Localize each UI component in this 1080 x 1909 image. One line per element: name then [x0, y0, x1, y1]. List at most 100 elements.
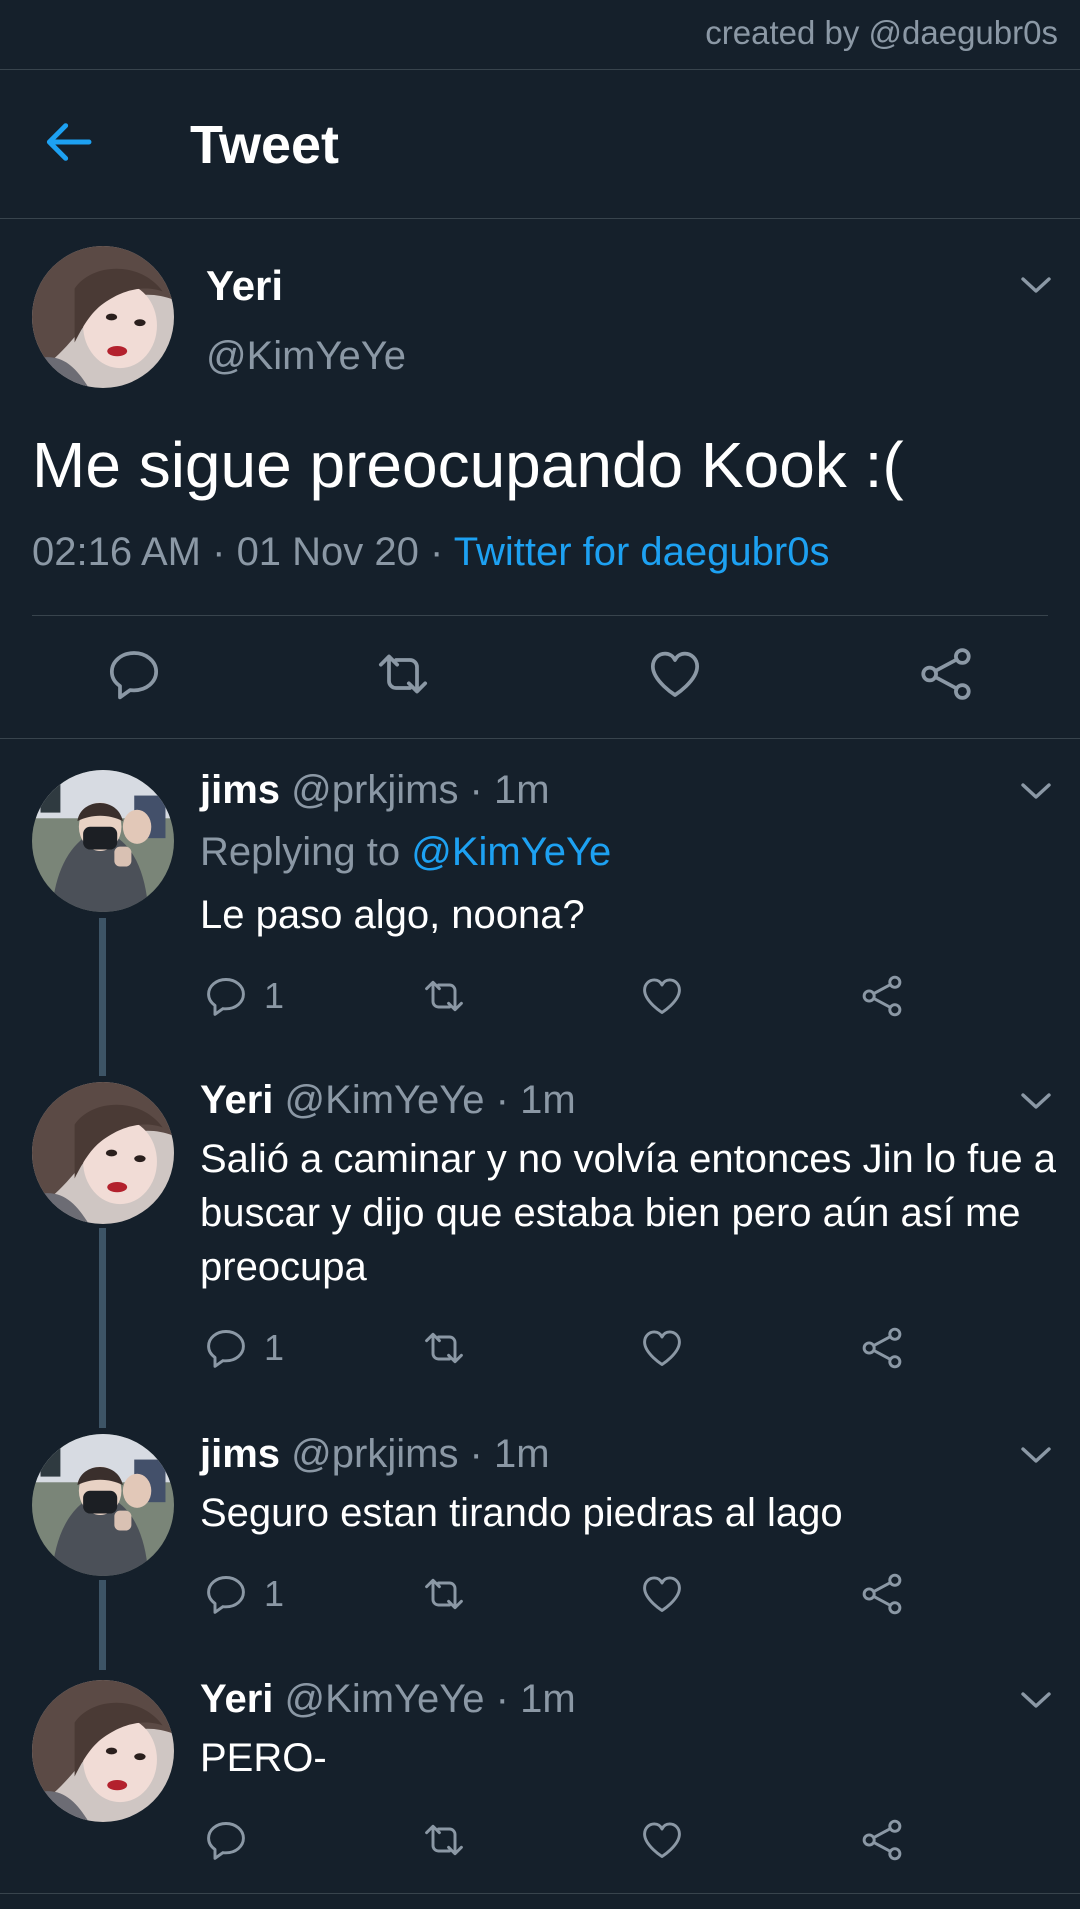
share-button[interactable] [860, 1572, 904, 1616]
reply-menu-button[interactable] [1016, 1685, 1056, 1715]
tweet-time: 02:16 AM [32, 530, 202, 574]
reply-header: jims @prkjims · 1m [200, 1432, 550, 1477]
retweet-button[interactable] [374, 646, 432, 702]
replying-to: Replying to @KimYeYe [200, 830, 611, 875]
tweet-menu-button[interactable] [1016, 270, 1056, 300]
heart-icon [640, 1818, 684, 1862]
meta-separator: · [418, 530, 454, 574]
meta-separator: · [458, 1432, 494, 1476]
reply-text: Le paso algo, noona? [200, 893, 585, 937]
retweet-button[interactable] [421, 974, 467, 1018]
like-button[interactable] [640, 1572, 684, 1616]
reply-header: Yeri @KimYeYe · 1m [200, 1078, 576, 1123]
author-name: Yeri [206, 262, 284, 309]
thread-line [99, 1580, 106, 1670]
reply-button[interactable]: 1 [204, 1326, 284, 1370]
comment-icon [204, 1326, 248, 1370]
reply-menu-button[interactable] [1016, 1086, 1056, 1116]
author-handle: @KimYeYe [284, 1078, 485, 1122]
meta-separator: · [484, 1078, 521, 1122]
reply-button[interactable] [204, 1818, 264, 1862]
comment-icon [106, 646, 162, 702]
reply-time: 1m [493, 1432, 550, 1476]
retweet-icon [374, 646, 432, 702]
reply-text: Salió a caminar y no volvía entonces Jin… [200, 1137, 1057, 1289]
tweet-meta: 02:16 AM · 01 Nov 20 · Twitter for daegu… [32, 530, 829, 575]
divider [0, 738, 1080, 739]
reply-header: Yeri @KimYeYe · 1m [200, 1677, 576, 1722]
author-handle: @KimYeYe [284, 1677, 485, 1721]
like-button[interactable] [647, 646, 703, 702]
reply-count: 1 [264, 975, 285, 1016]
reply-menu-button[interactable] [1016, 1440, 1056, 1470]
share-button[interactable] [860, 1818, 904, 1862]
replying-to-label: Replying to [200, 830, 401, 874]
chevron-down-icon [1016, 1440, 1056, 1470]
share-button[interactable] [860, 974, 904, 1018]
retweet-button[interactable] [421, 1818, 467, 1862]
author-name: jims [200, 768, 281, 812]
share-icon [860, 1572, 904, 1616]
author-handle: @KimYeYe [206, 334, 406, 378]
chevron-down-icon [1016, 776, 1056, 806]
meta-separator: · [458, 768, 494, 812]
reply-count: 1 [264, 1573, 285, 1614]
reply-time: 1m [520, 1677, 576, 1721]
retweet-icon [421, 1572, 467, 1616]
like-button[interactable] [640, 1326, 684, 1370]
avatar[interactable] [32, 1680, 174, 1822]
reply-text: PERO- [200, 1736, 327, 1780]
watermark-text: created by @daegubr0s [705, 14, 1058, 51]
avatar[interactable] [32, 1434, 174, 1576]
author-handle: @prkjims [291, 768, 459, 812]
page-title: Tweet [190, 115, 340, 175]
author-name: Yeri [200, 1677, 274, 1721]
chevron-down-icon [1016, 270, 1056, 300]
share-icon [860, 1326, 904, 1370]
reply-header: jims @prkjims · 1m [200, 768, 550, 813]
retweet-button[interactable] [421, 1572, 467, 1616]
reply-time: 1m [520, 1078, 576, 1122]
reply-button[interactable]: 1 [204, 1572, 284, 1616]
reply-text: Seguro estan tirando piedras al lago [200, 1491, 843, 1535]
share-button[interactable] [860, 1326, 904, 1370]
thread-line [99, 1228, 106, 1428]
heart-icon [640, 974, 684, 1018]
back-button[interactable] [40, 114, 110, 174]
reply-button[interactable] [106, 646, 162, 702]
heart-icon [647, 646, 703, 702]
author-name: jims [200, 1432, 281, 1476]
avatar[interactable] [32, 246, 174, 388]
retweet-icon [421, 1818, 467, 1862]
comment-icon [204, 1572, 248, 1616]
retweet-icon [421, 974, 467, 1018]
meta-separator: · [201, 530, 237, 574]
reply-count: 1 [264, 1327, 285, 1368]
tweet-date: 01 Nov 20 [236, 530, 419, 574]
heart-icon [640, 1572, 684, 1616]
top-app-bar: Tweet [0, 70, 1080, 218]
reply-time: 1m [493, 768, 550, 812]
comment-icon [204, 1818, 248, 1862]
retweet-button[interactable] [421, 1326, 467, 1370]
divider [32, 615, 1048, 616]
reply-menu-button[interactable] [1016, 776, 1056, 806]
avatar[interactable] [32, 770, 174, 912]
retweet-icon [421, 1326, 467, 1370]
share-button[interactable] [918, 646, 974, 702]
tweet-text: Me sigue preocupando Kook :( [32, 429, 904, 501]
mention-link[interactable]: @KimYeYe [411, 830, 611, 874]
tweet-source-link[interactable]: Twitter for daegubr0s [454, 530, 830, 574]
like-button[interactable] [640, 1818, 684, 1862]
divider [0, 218, 1080, 219]
like-button[interactable] [640, 974, 684, 1018]
thread-line [99, 918, 106, 1076]
share-icon [860, 974, 904, 1018]
share-icon [918, 646, 974, 702]
reply-button[interactable]: 1 [204, 974, 284, 1018]
heart-icon [640, 1326, 684, 1370]
meta-separator: · [484, 1677, 521, 1721]
author-handle: @prkjims [291, 1432, 459, 1476]
avatar[interactable] [32, 1082, 174, 1224]
chevron-down-icon [1016, 1685, 1056, 1715]
